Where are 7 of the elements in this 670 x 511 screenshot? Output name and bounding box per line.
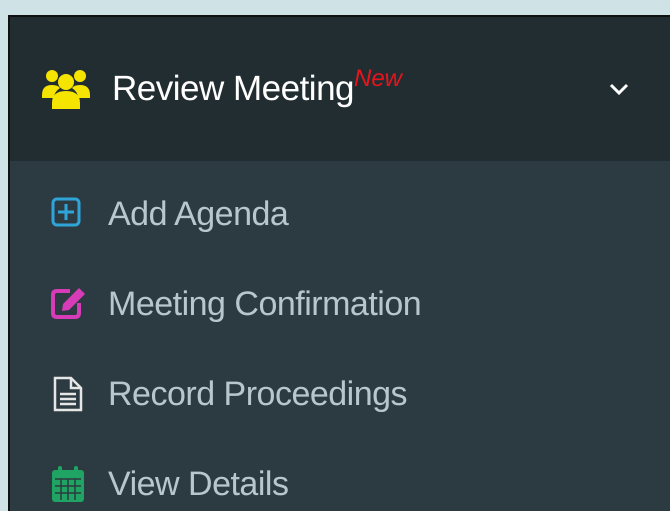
menu-item[interactable]: Add Agenda <box>10 169 670 259</box>
menu-item[interactable]: View Details <box>10 439 670 511</box>
menu-item[interactable]: Meeting Confirmation <box>10 259 670 349</box>
people-icon <box>42 69 90 109</box>
menu-item[interactable]: Record Proceedings <box>10 349 670 439</box>
menu-title: Review Meeting <box>112 68 354 110</box>
new-label: New <box>354 64 402 94</box>
